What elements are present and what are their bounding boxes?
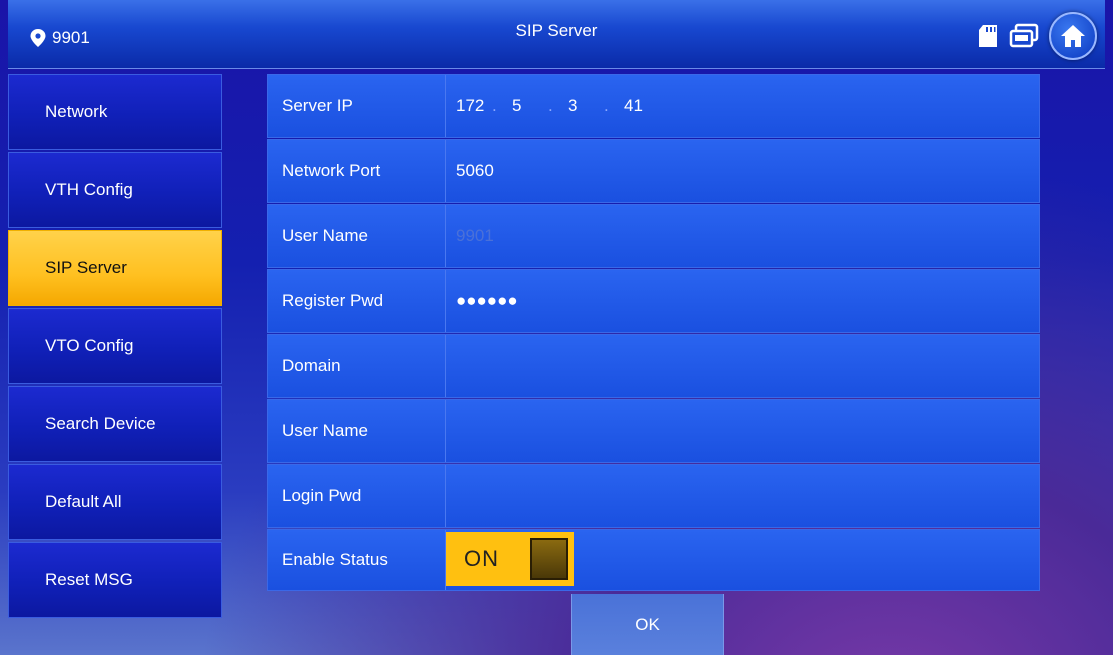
ok-button[interactable]: OK <box>571 594 724 655</box>
server-ip-input[interactable]: 172 . 5 . 3 . 41 <box>446 75 1039 137</box>
enable-status-toggle[interactable]: ON <box>446 532 574 586</box>
toggle-knob[interactable] <box>530 538 568 580</box>
sidebar-item-label: VTH Config <box>45 180 133 199</box>
domain-label: Domain <box>268 335 446 397</box>
home-button[interactable] <box>1049 12 1097 60</box>
enable-status-label: Enable Status <box>268 530 446 590</box>
sidebar-item-network[interactable]: Network <box>8 74 222 150</box>
login-user-name-input[interactable] <box>446 400 1039 462</box>
login-pwd-input[interactable] <box>446 465 1039 527</box>
network-port-row: Network Port 5060 <box>267 139 1040 203</box>
login-user-name-row: User Name <box>267 399 1040 463</box>
ip-octet-1[interactable]: 172 <box>456 96 492 116</box>
sidebar-item-label: SIP Server <box>45 258 127 277</box>
register-pwd-input[interactable]: ●●●●●● <box>446 270 1039 332</box>
ip-octet-3[interactable]: 3 <box>568 96 604 116</box>
ip-separator: . <box>604 96 609 115</box>
server-ip-label: Server IP <box>268 75 446 137</box>
sidebar-item-label: Network <box>45 102 108 121</box>
home-icon <box>1061 25 1085 47</box>
ip-separator: . <box>548 96 553 115</box>
ip-separator: . <box>492 96 497 115</box>
sidebar-item-vto-config[interactable]: VTO Config <box>8 308 222 384</box>
sidebar-item-sip-server[interactable]: SIP Server <box>8 230 222 306</box>
screens-icon <box>1009 23 1039 48</box>
login-pwd-row: Login Pwd <box>267 464 1040 528</box>
network-port-input[interactable]: 5060 <box>446 140 1039 202</box>
page-title: SIP Server <box>515 21 598 40</box>
sd-card-icon <box>979 25 997 47</box>
domain-row: Domain <box>267 334 1040 398</box>
domain-input[interactable] <box>446 335 1039 397</box>
network-port-label: Network Port <box>268 140 446 202</box>
user-name-label: User Name <box>268 205 446 267</box>
sidebar-item-vth-config[interactable]: VTH Config <box>8 152 222 228</box>
register-pwd-row: Register Pwd ●●●●●● <box>267 269 1040 333</box>
top-bar: 9901 SIP Server <box>8 0 1105 69</box>
login-pwd-label: Login Pwd <box>268 465 446 527</box>
sidebar-item-reset-msg[interactable]: Reset MSG <box>8 542 222 618</box>
sidebar-item-label: Default All <box>45 492 122 511</box>
sidebar-item-label: Reset MSG <box>45 570 133 589</box>
register-pwd-label: Register Pwd <box>268 270 446 332</box>
sidebar-item-label: Search Device <box>45 414 156 433</box>
sidebar-item-search-device[interactable]: Search Device <box>8 386 222 462</box>
ip-octet-2[interactable]: 5 <box>512 96 548 116</box>
user-name-input[interactable]: 9901 <box>446 205 1039 267</box>
sidebar-item-label: VTO Config <box>45 336 134 355</box>
toggle-state-text: ON <box>464 546 499 571</box>
server-ip-row: Server IP 172 . 5 . 3 . 41 <box>267 74 1040 138</box>
enable-status-row: Enable Status ON <box>267 529 1040 591</box>
sidebar-item-default-all[interactable]: Default All <box>8 464 222 540</box>
user-name-row: User Name 9901 <box>267 204 1040 268</box>
ip-octet-4[interactable]: 41 <box>624 96 660 116</box>
login-user-name-label: User Name <box>268 400 446 462</box>
